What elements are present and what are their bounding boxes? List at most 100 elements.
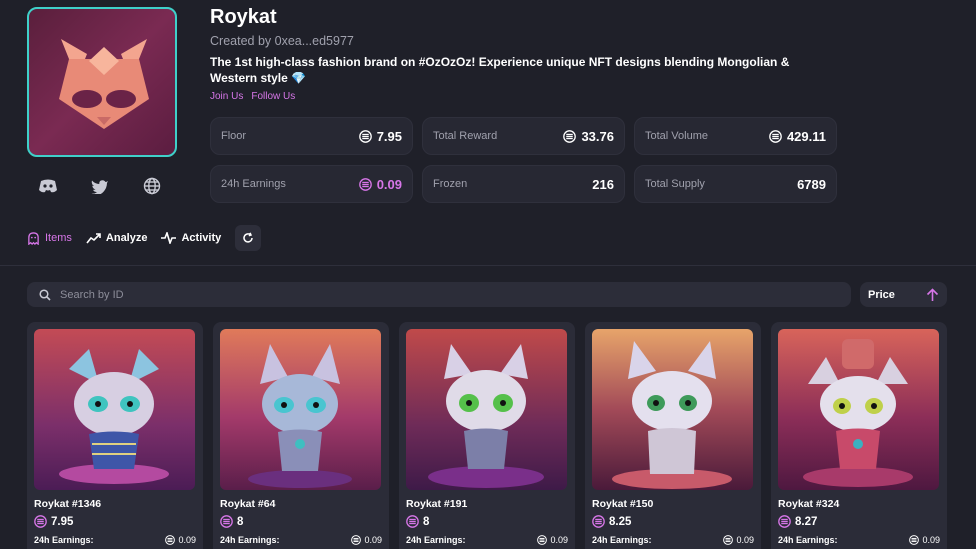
nft-earnings: 24h Earnings: 0.09 xyxy=(406,535,568,545)
search-icon xyxy=(39,288,51,301)
earnings-value: 0.09 xyxy=(723,535,754,545)
twitter-icon[interactable] xyxy=(90,176,110,196)
stat-label: Frozen xyxy=(433,178,468,190)
nft-image xyxy=(592,329,753,490)
nft-price-value: 8 xyxy=(237,515,244,528)
eth-icon xyxy=(359,178,372,191)
earnings-amount: 0.09 xyxy=(178,535,196,545)
tab-items-label: Items xyxy=(45,232,72,244)
stat-label: Floor xyxy=(221,130,247,142)
earnings-value: 0.09 xyxy=(537,535,568,545)
globe-icon[interactable] xyxy=(142,176,162,196)
nft-name: Roykat #64 xyxy=(220,498,276,510)
nft-price-value: 7.95 xyxy=(51,515,74,528)
activity-icon xyxy=(161,232,177,244)
stat-value: 7.95 xyxy=(359,129,402,144)
nft-price-value: 8.25 xyxy=(609,515,632,528)
community-links: Join Us Follow Us xyxy=(210,91,295,102)
stat-value: 429.11 xyxy=(769,129,826,144)
nft-price: 7.95 xyxy=(34,515,196,528)
floor-value: 7.95 xyxy=(376,128,402,144)
tab-activity[interactable]: Activity xyxy=(161,232,221,244)
nft-price: 8.27 xyxy=(778,515,940,528)
refresh-button[interactable] xyxy=(235,225,262,251)
eth-icon xyxy=(723,535,733,545)
earnings-amount: 0.09 xyxy=(736,535,754,545)
nft-image xyxy=(778,329,939,490)
collection-description: The 1st high-class fashion brand on #OzO… xyxy=(210,55,790,85)
stat-24h-earnings: 24h Earnings 0.09 xyxy=(210,165,413,203)
stat-total-volume: Total Volume 429.11 xyxy=(634,117,837,155)
section-divider xyxy=(0,265,976,266)
stat-label: Total Volume xyxy=(645,130,708,142)
follow-us-link[interactable]: Follow Us xyxy=(251,91,295,102)
stat-frozen: Frozen 216 xyxy=(422,165,625,203)
nft-earnings: 24h Earnings: 0.09 xyxy=(220,535,382,545)
tab-analyze-label: Analyze xyxy=(105,232,148,244)
earnings-label: 24h Earnings: xyxy=(406,535,466,545)
view-tabs: Items Analyze Activity xyxy=(27,225,262,251)
nft-name: Roykat #191 xyxy=(406,498,468,510)
nft-image xyxy=(406,329,567,490)
total-supply-value: 6789 xyxy=(797,176,826,192)
sort-price-button[interactable]: Price xyxy=(860,282,947,307)
collection-logo xyxy=(27,7,177,157)
eth-icon xyxy=(909,535,919,545)
eth-icon xyxy=(220,515,233,528)
nft-name: Roykat #1346 xyxy=(34,498,102,510)
arrow-up-icon xyxy=(926,287,939,301)
stat-floor: Floor 7.95 xyxy=(210,117,413,155)
stat-label: Total Supply xyxy=(645,178,705,190)
earnings-value: 0.09 xyxy=(376,176,402,192)
nft-price: 8 xyxy=(220,515,382,528)
eth-icon xyxy=(537,535,547,545)
total-reward-value: 33.76 xyxy=(581,128,614,144)
nft-name: Roykat #324 xyxy=(778,498,840,510)
search-input[interactable] xyxy=(60,288,660,301)
earnings-label: 24h Earnings: xyxy=(778,535,838,545)
creator-address[interactable]: Created by 0xea...ed5977 xyxy=(210,34,354,48)
nft-price-value: 8.27 xyxy=(795,515,818,528)
discord-icon[interactable] xyxy=(38,176,58,196)
nft-card[interactable]: Roykat #64 8 24h Earnings: 0.09 xyxy=(213,322,389,549)
eth-icon xyxy=(778,515,791,528)
nft-earnings: 24h Earnings: 0.09 xyxy=(34,535,196,545)
trend-icon xyxy=(86,233,101,244)
search-bar xyxy=(27,282,851,307)
frozen-value: 216 xyxy=(592,176,614,192)
earnings-amount: 0.09 xyxy=(550,535,568,545)
nft-grid: Roykat #1346 7.95 24h Earnings: 0.09 Royk… xyxy=(27,322,947,549)
stat-value: 0.09 xyxy=(359,177,402,192)
refresh-icon xyxy=(243,232,253,243)
tab-items[interactable]: Items xyxy=(27,231,72,245)
stat-label: 24h Earnings xyxy=(221,178,286,190)
social-links xyxy=(38,176,162,196)
eth-icon xyxy=(351,535,361,545)
earnings-value: 0.09 xyxy=(909,535,940,545)
eth-icon xyxy=(359,130,372,143)
nft-card[interactable]: Roykat #191 8 24h Earnings: 0.09 xyxy=(399,322,575,549)
join-us-link[interactable]: Join Us xyxy=(210,91,243,102)
nft-price-value: 8 xyxy=(423,515,430,528)
earnings-value: 0.09 xyxy=(351,535,382,545)
nft-card[interactable]: Roykat #150 8.25 24h Earnings: 0.09 xyxy=(585,322,761,549)
nft-earnings: 24h Earnings: 0.09 xyxy=(778,535,940,545)
nft-name: Roykat #150 xyxy=(592,498,654,510)
stat-total-supply: Total Supply 6789 xyxy=(634,165,837,203)
nft-card[interactable]: Roykat #1346 7.95 24h Earnings: 0.09 xyxy=(27,322,203,549)
earnings-label: 24h Earnings: xyxy=(592,535,652,545)
tab-analyze[interactable]: Analyze xyxy=(86,232,148,244)
eth-icon xyxy=(165,535,175,545)
earnings-value: 0.09 xyxy=(165,535,196,545)
nft-price: 8 xyxy=(406,515,568,528)
earnings-label: 24h Earnings: xyxy=(220,535,280,545)
eth-icon xyxy=(406,515,419,528)
nft-card[interactable]: Roykat #324 8.27 24h Earnings: 0.09 xyxy=(771,322,947,549)
nft-price: 8.25 xyxy=(592,515,754,528)
collection-title: Roykat xyxy=(210,6,277,28)
total-volume-value: 429.11 xyxy=(786,128,826,144)
sort-label: Price xyxy=(868,288,895,301)
nft-image xyxy=(34,329,195,490)
stat-label: Total Reward xyxy=(433,130,498,142)
tab-activity-label: Activity xyxy=(181,232,222,244)
